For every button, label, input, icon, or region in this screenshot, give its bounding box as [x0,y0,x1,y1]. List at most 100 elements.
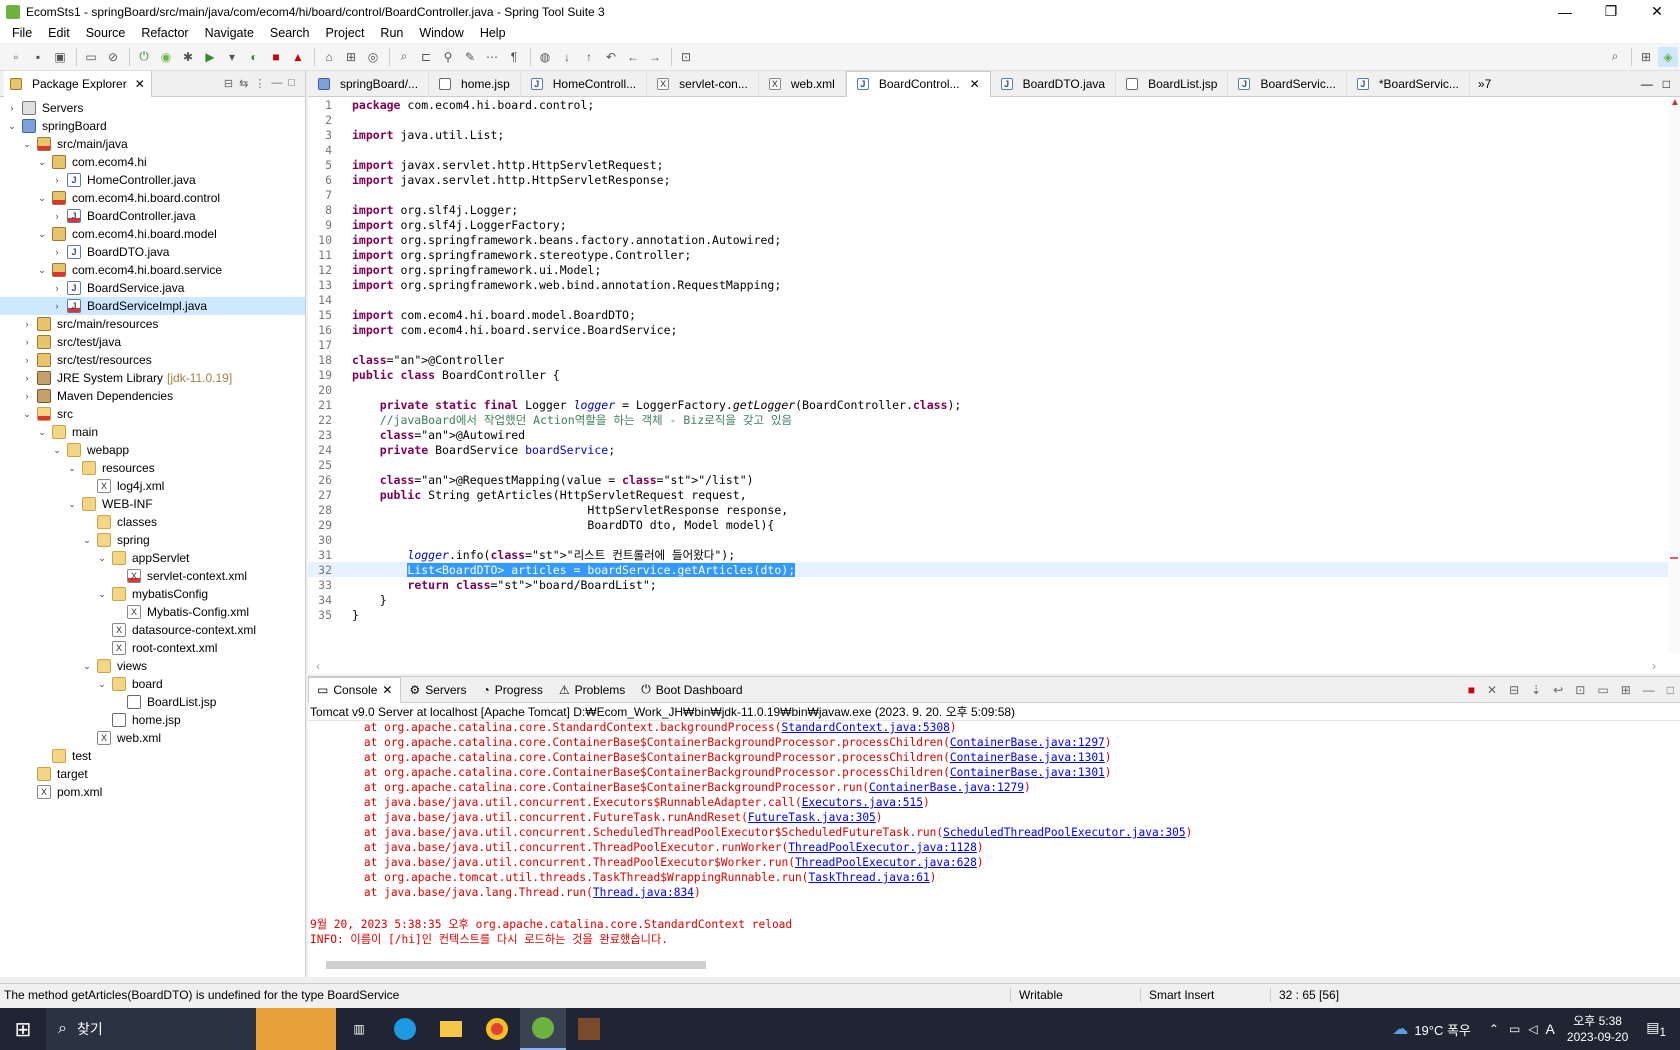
code-line[interactable]: 3 import java.util.List; [308,127,1668,142]
code-area[interactable]: 1 package com.ecom4.hi.board.control; 2 3 im… [308,97,1668,653]
spring-icon[interactable]: ◉ [156,47,176,67]
tree-node[interactable]: ⌄ com.ecom4.hi.board.service [0,261,305,279]
code-line[interactable]: 25 [308,457,1668,472]
stack-trace-link[interactable]: TaskThread.java:61 [808,871,929,884]
menu-run[interactable]: Run [372,26,411,40]
tree-node[interactable]: Xroot-context.xml [0,639,305,657]
twisty-icon[interactable]: ⌄ [96,589,108,600]
tree-node[interactable]: Xweb.xml [0,729,305,747]
close-button[interactable]: ✕ [1634,0,1680,23]
twisty-icon[interactable]: ⌄ [36,427,48,438]
twisty-icon[interactable]: ⌄ [96,679,108,690]
bottom-tab[interactable]: ⚙ Servers [401,677,474,703]
code-line[interactable]: 30 [308,532,1668,547]
stack-trace-link[interactable]: StandardContext.java:5308 [781,721,949,734]
twisty-icon[interactable]: › [51,301,63,311]
editor-tab[interactable]: J BoardControl... ✕ [845,70,991,97]
display-console-icon[interactable]: ▭ [1597,683,1608,697]
debug-icon[interactable]: ✱ [178,47,198,67]
start-button[interactable]: ⊞ [0,1008,46,1050]
prev-annotation-icon[interactable]: ↑ [579,47,599,67]
code-line[interactable]: 20 [308,382,1668,397]
close-icon[interactable]: ✕ [382,683,392,697]
skip-breakpoints-icon[interactable]: ⊘ [103,47,123,67]
run-icon[interactable]: ▶ [200,47,220,67]
editor-tab[interactable]: Xweb.xml [759,70,846,97]
editor-horizontal-scrollbar[interactable]: ‹ › [316,659,1656,673]
scroll-left-icon[interactable]: ‹ [316,659,320,673]
code-line[interactable]: 32 List<BoardDTO> articles = boardServic… [308,562,1668,577]
tree-node[interactable]: › Servers [0,99,305,117]
code-line[interactable]: 29 BoardDTO dto, Model model){ [308,517,1668,532]
twisty-icon[interactable]: › [21,337,33,347]
code-line[interactable]: 23 class="an">@Autowired [308,427,1668,442]
tree-node[interactable]: ⌄ WEB-INF [0,495,305,513]
sts-icon[interactable] [520,1008,566,1050]
twisty-icon[interactable]: › [6,103,18,113]
taskbar-search[interactable]: ⌕ 찾기 [46,1008,256,1050]
twisty-icon[interactable]: ⌄ [66,499,78,510]
minimize-view-icon[interactable]: — [1643,683,1655,697]
maximize-view-icon[interactable]: □ [288,77,295,90]
stack-trace-link[interactable]: ScheduledThreadPoolExecutor.java:305 [943,826,1185,839]
search-toolbar-icon[interactable]: ⚲ [438,47,458,67]
editor-tab[interactable]: Xservlet-con... [647,70,759,97]
twisty-icon[interactable]: ⌄ [51,445,63,456]
menu-navigate[interactable]: Navigate [197,26,262,40]
code-line[interactable]: 33 return class="st">"board/BoardList"; [308,577,1668,592]
bottom-tab[interactable]: ◔ Progress [475,677,551,703]
tree-node[interactable]: › src/test/java [0,333,305,351]
code-line[interactable]: 6 import javax.servlet.http.HttpServletRe… [308,172,1668,187]
network-icon[interactable]: ▭ [1509,1022,1520,1036]
tree-node[interactable]: ⌄ springBoard [0,117,305,135]
code-line[interactable]: 34 } [308,592,1668,607]
toggle-breadcrumb-icon[interactable]: ⋯ [482,47,502,67]
code-line[interactable]: 27 public String getArticles(HttpServlet… [308,487,1668,502]
up-arrow-icon[interactable]: ▲ [1670,97,1680,108]
show-whitespace-icon[interactable]: ¶ [504,47,524,67]
back-icon[interactable]: ← [623,47,643,67]
bottom-tab[interactable]: ▭ Console ✕ [308,676,402,703]
tree-node[interactable]: BoardList.jsp [0,693,305,711]
code-line[interactable]: 10 import org.springframework.beans.facto… [308,232,1668,247]
code-line[interactable]: 1 package com.ecom4.hi.board.control; [308,97,1668,112]
code-line[interactable]: 21 private static final Logger logger = … [308,397,1668,412]
stack-trace-link[interactable]: ThreadPoolExecutor.java:628 [795,856,977,869]
tree-node[interactable]: ⌄ resources [0,459,305,477]
tree-node[interactable]: › JRE System Library [jdk-11.0.19] [0,369,305,387]
twisty-icon[interactable]: ⌄ [21,409,33,420]
code-line[interactable]: 19 public class BoardController { [308,367,1668,382]
tree-node[interactable]: ⌄ spring [0,531,305,549]
scroll-right-icon[interactable]: › [1652,659,1656,673]
twisty-icon[interactable]: ⌄ [6,121,18,132]
tree-node[interactable]: ⌄ mybatisConfig [0,585,305,603]
code-line[interactable]: 26 class="an">@RequestMapping(value = cl… [308,472,1668,487]
new-java-project-icon[interactable]: ⌂ [319,47,339,67]
tree-node[interactable]: › J BoardServiceImpl.java [0,297,305,315]
code-line[interactable]: 4 [308,142,1668,157]
stack-trace-link[interactable]: ThreadPoolExecutor.java:1128 [788,841,977,854]
menu-refactor[interactable]: Refactor [133,26,196,40]
tree-node[interactable]: ⌄ src [0,405,305,423]
external-tools-icon[interactable]: ▲ [288,47,308,67]
tree-node[interactable]: ⌄ com.ecom4.hi [0,153,305,171]
search-icon[interactable]: ⌕ [1605,47,1625,67]
twisty-icon[interactable]: ⌄ [66,463,78,474]
tree-node[interactable]: ⌄ webapp [0,441,305,459]
link-editor-icon[interactable]: ⇆ [239,77,248,90]
twisty-icon[interactable]: ⌄ [36,265,48,276]
code-line[interactable]: 9 import org.slf4j.LoggerFactory; [308,217,1668,232]
save-all-icon[interactable]: ▣ [50,47,70,67]
stack-trace-link[interactable]: FutureTask.java:305 [748,811,876,824]
save-icon[interactable]: ▪ [28,47,48,67]
editor-tab[interactable]: springBoard/... [308,70,430,97]
tree-node[interactable]: target [0,765,305,783]
console-horizontal-scrollbar[interactable] [318,959,1668,971]
collapse-all-icon[interactable]: ⊟ [224,77,233,90]
menu-window[interactable]: Window [411,26,471,40]
twisty-icon[interactable]: › [21,355,33,365]
editor-tab[interactable]: J BoardServic... [1228,70,1347,97]
code-line[interactable]: 35} [308,607,1668,622]
code-line[interactable]: 13 import org.springframework.web.bind.an… [308,277,1668,292]
tree-node[interactable]: › Maven Dependencies [0,387,305,405]
